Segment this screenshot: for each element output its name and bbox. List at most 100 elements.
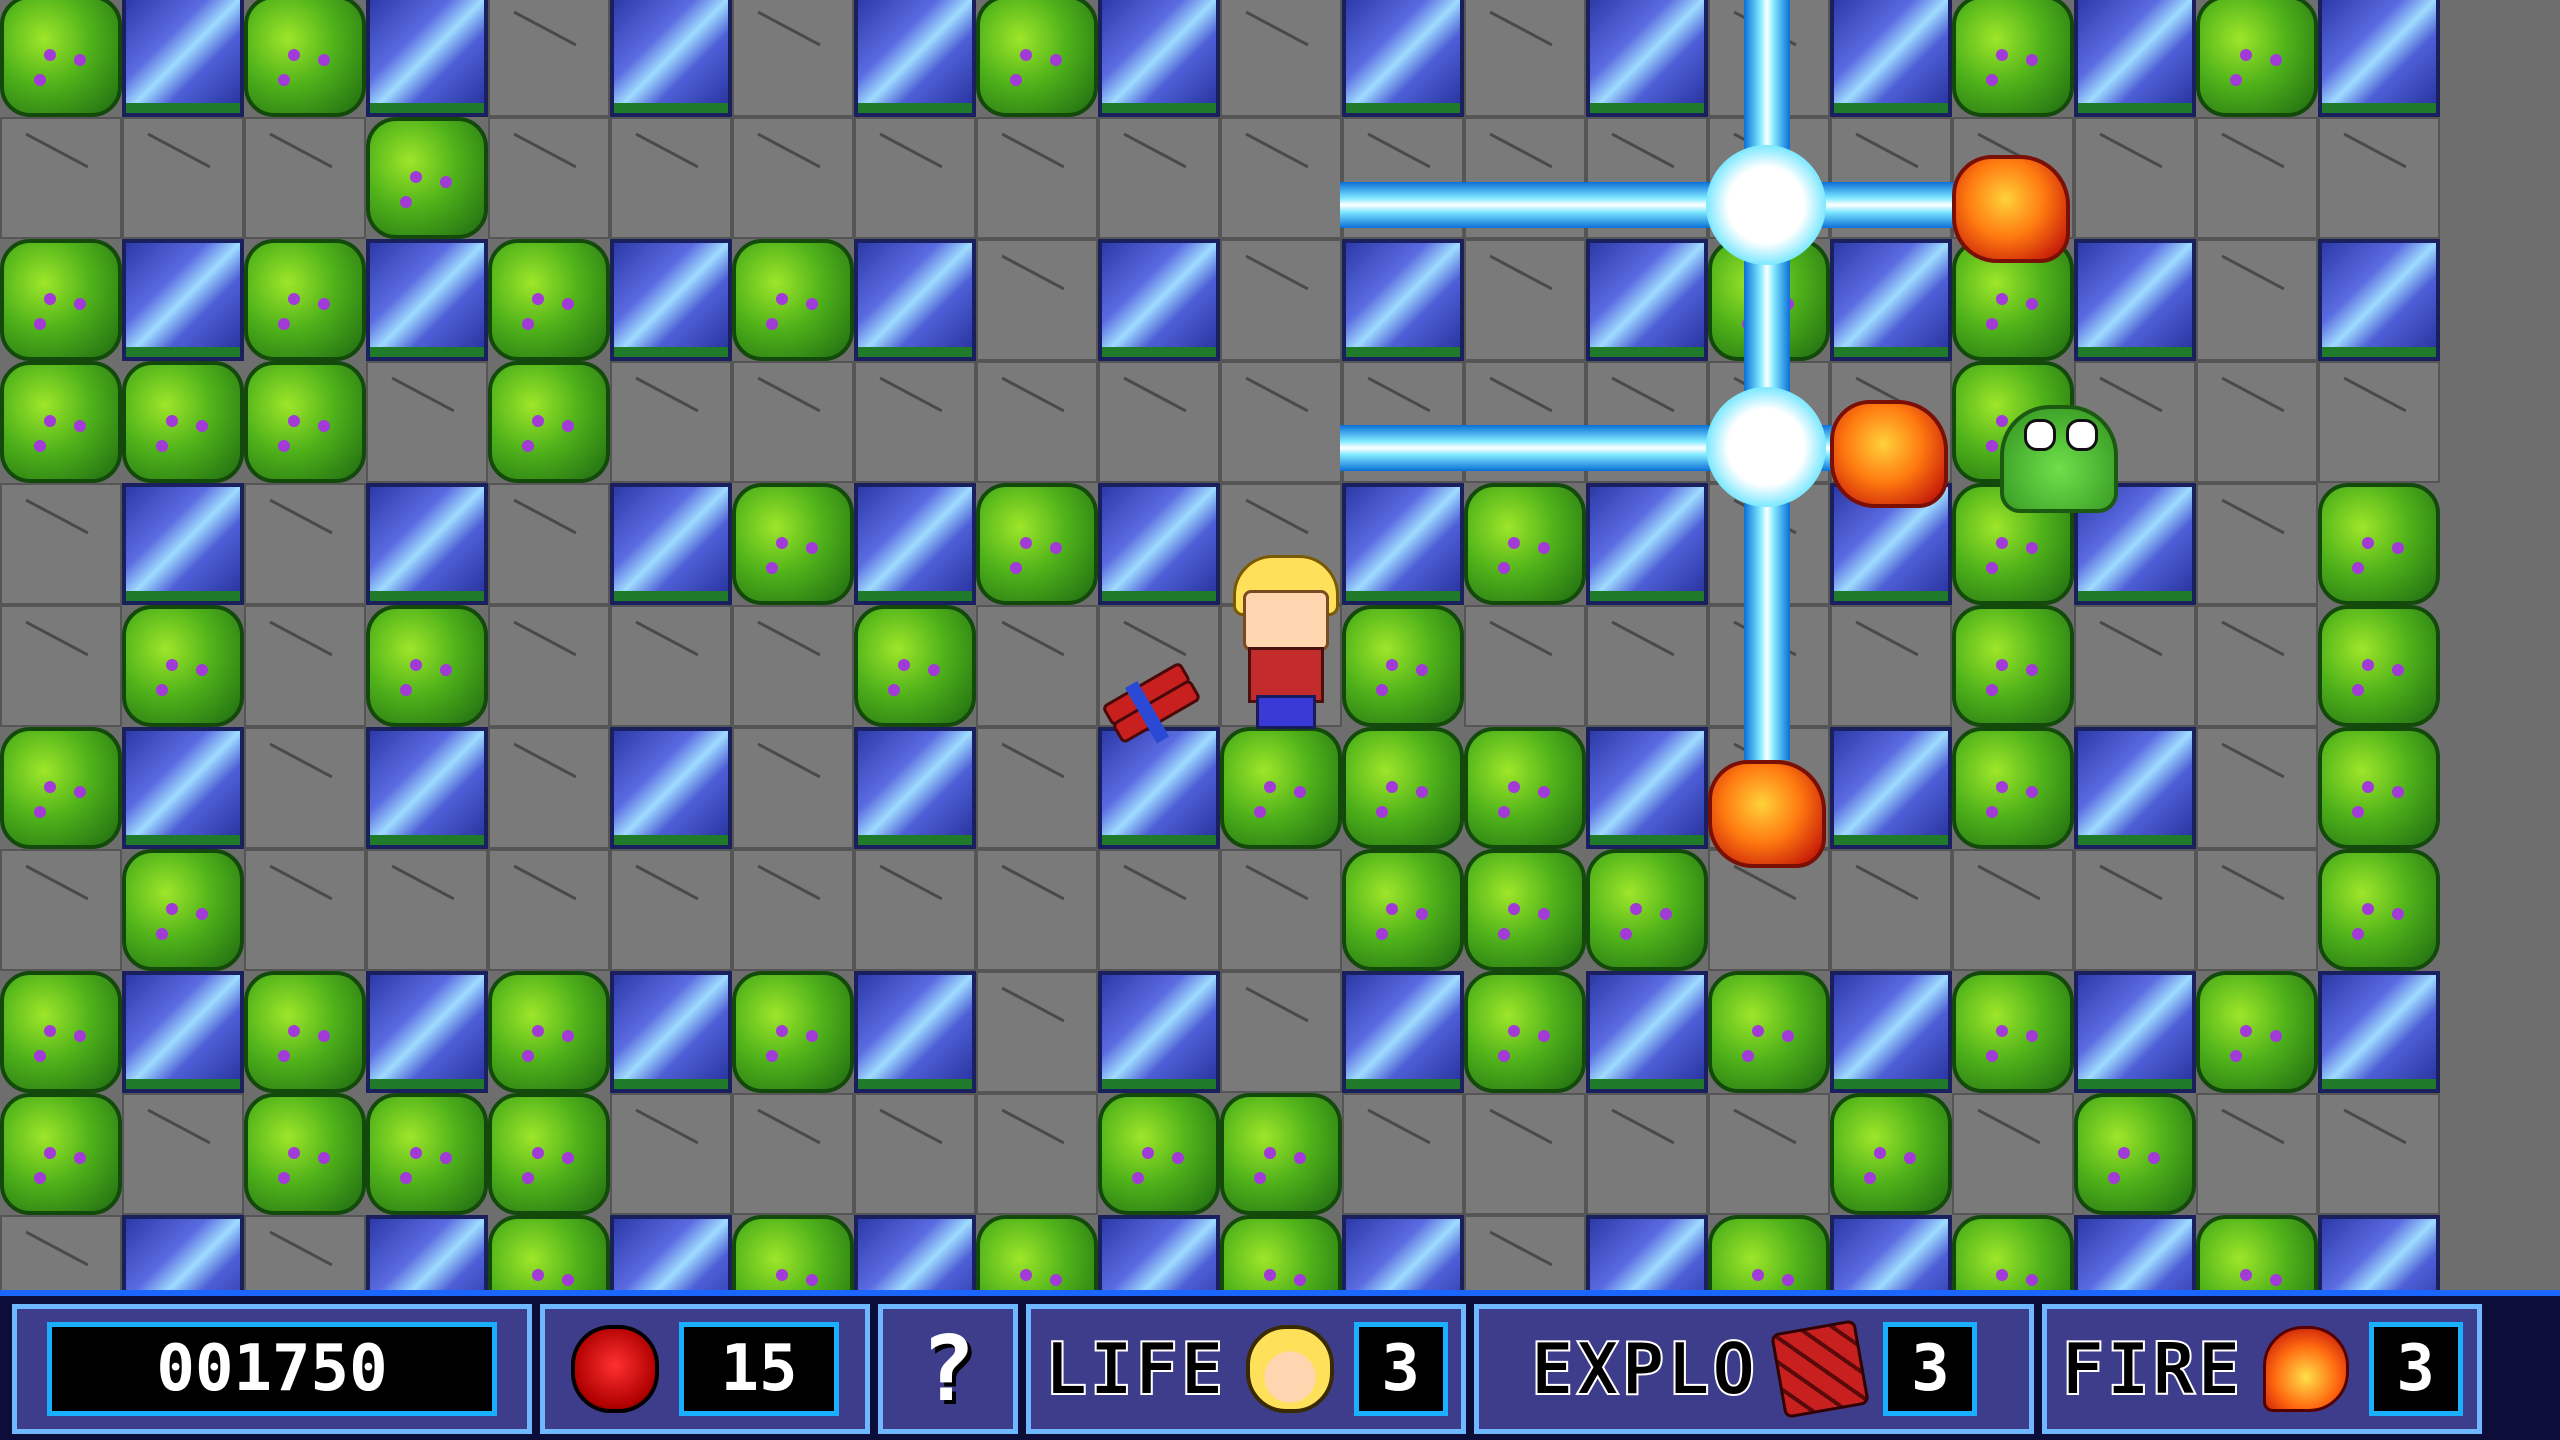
bush-block [854, 605, 976, 727]
stone-block [1098, 971, 1220, 1093]
stone-block [2318, 239, 2440, 361]
bush-block [1586, 849, 1708, 971]
floor-tile [1098, 849, 1220, 971]
bush-block [0, 0, 122, 117]
bush-block [244, 1093, 366, 1215]
stone-block [1342, 971, 1464, 1093]
stone-block [2318, 971, 2440, 1093]
bush-block [1098, 1093, 1220, 1215]
bush-block [244, 0, 366, 117]
score-panel: 001750 [12, 1304, 532, 1434]
floor-tile [976, 605, 1098, 727]
bush-block [1342, 605, 1464, 727]
bush-block [1464, 849, 1586, 971]
floor-tile [1586, 605, 1708, 727]
floor-tile [0, 483, 122, 605]
explo-label: EXPLO [1530, 1326, 1758, 1412]
bush-block [0, 727, 122, 849]
bush-block [488, 361, 610, 483]
floor-tile [976, 849, 1098, 971]
floor-tile [488, 483, 610, 605]
hud-bar: 001750 15 ? LIFE 3 EXPLO 3 FIRE 3 [0, 1290, 2560, 1440]
floor-tile [976, 727, 1098, 849]
stone-block [1098, 0, 1220, 117]
bush-block [1464, 727, 1586, 849]
fire-label: FIRE [2060, 1326, 2243, 1412]
stone-block [366, 727, 488, 849]
stone-block [1342, 483, 1464, 605]
bush-block [244, 239, 366, 361]
stone-block [1098, 483, 1220, 605]
stone-block [610, 727, 732, 849]
floor-tile [1220, 971, 1342, 1093]
stone-block [1830, 727, 1952, 849]
floor-tile [732, 605, 854, 727]
stone-block [2318, 0, 2440, 117]
floor-tile [244, 483, 366, 605]
bush-block [1464, 971, 1586, 1093]
life-count: 3 [1353, 1322, 1448, 1416]
floor-tile [1586, 1093, 1708, 1215]
floor-tile [976, 1093, 1098, 1215]
fire-panel: FIRE 3 [2042, 1304, 2482, 1434]
mystery-item: ? [920, 1316, 976, 1422]
explosion-beam-vertical [1744, 0, 1790, 760]
stone-block [122, 727, 244, 849]
floor-tile [1220, 361, 1342, 483]
stone-block [1098, 239, 1220, 361]
bush-block [976, 483, 1098, 605]
bush-block [1464, 483, 1586, 605]
floor-tile [366, 849, 488, 971]
floor-tile [976, 971, 1098, 1093]
floor-tile [244, 849, 366, 971]
stone-block [2074, 727, 2196, 849]
stone-block [366, 483, 488, 605]
bush-block [122, 605, 244, 727]
bush-block [0, 361, 122, 483]
floor-tile [1830, 605, 1952, 727]
floor-tile [488, 605, 610, 727]
bush-block [244, 971, 366, 1093]
skull-icon [571, 1325, 659, 1413]
floor-tile [1830, 849, 1952, 971]
burning-block [1952, 155, 2070, 263]
floor-tile [0, 117, 122, 239]
bush-block [1952, 0, 2074, 117]
floor-tile [976, 117, 1098, 239]
floor-tile [2318, 361, 2440, 483]
stone-block [1830, 971, 1952, 1093]
stone-block [2074, 0, 2196, 117]
floor-tile [732, 1093, 854, 1215]
stone-block [610, 971, 732, 1093]
floor-tile [976, 361, 1098, 483]
bush-block [1952, 727, 2074, 849]
floor-tile [854, 849, 976, 971]
bush-block [0, 239, 122, 361]
bush-block [2196, 0, 2318, 117]
floor-tile [1464, 605, 1586, 727]
bush-block [2074, 1093, 2196, 1215]
bush-block [732, 239, 854, 361]
bush-block [2318, 483, 2440, 605]
stone-block [610, 0, 732, 117]
floor-tile [2196, 117, 2318, 239]
bush-block [2196, 971, 2318, 1093]
floor-tile [2196, 727, 2318, 849]
stone-block [610, 483, 732, 605]
stone-block [1586, 727, 1708, 849]
floor-tile [2074, 849, 2196, 971]
floor-tile [732, 849, 854, 971]
stone-block [1342, 239, 1464, 361]
burning-block [1830, 400, 1948, 508]
floor-tile [1464, 1093, 1586, 1215]
floor-tile [610, 605, 732, 727]
fire-count: 3 [2368, 1322, 2463, 1416]
floor-tile [2318, 1093, 2440, 1215]
floor-tile [1220, 117, 1342, 239]
stone-block [122, 239, 244, 361]
score-display: 001750 [47, 1322, 497, 1416]
floor-tile [2196, 605, 2318, 727]
life-panel: LIFE 3 [1026, 1304, 1466, 1434]
floor-tile [488, 727, 610, 849]
stone-block [2074, 239, 2196, 361]
